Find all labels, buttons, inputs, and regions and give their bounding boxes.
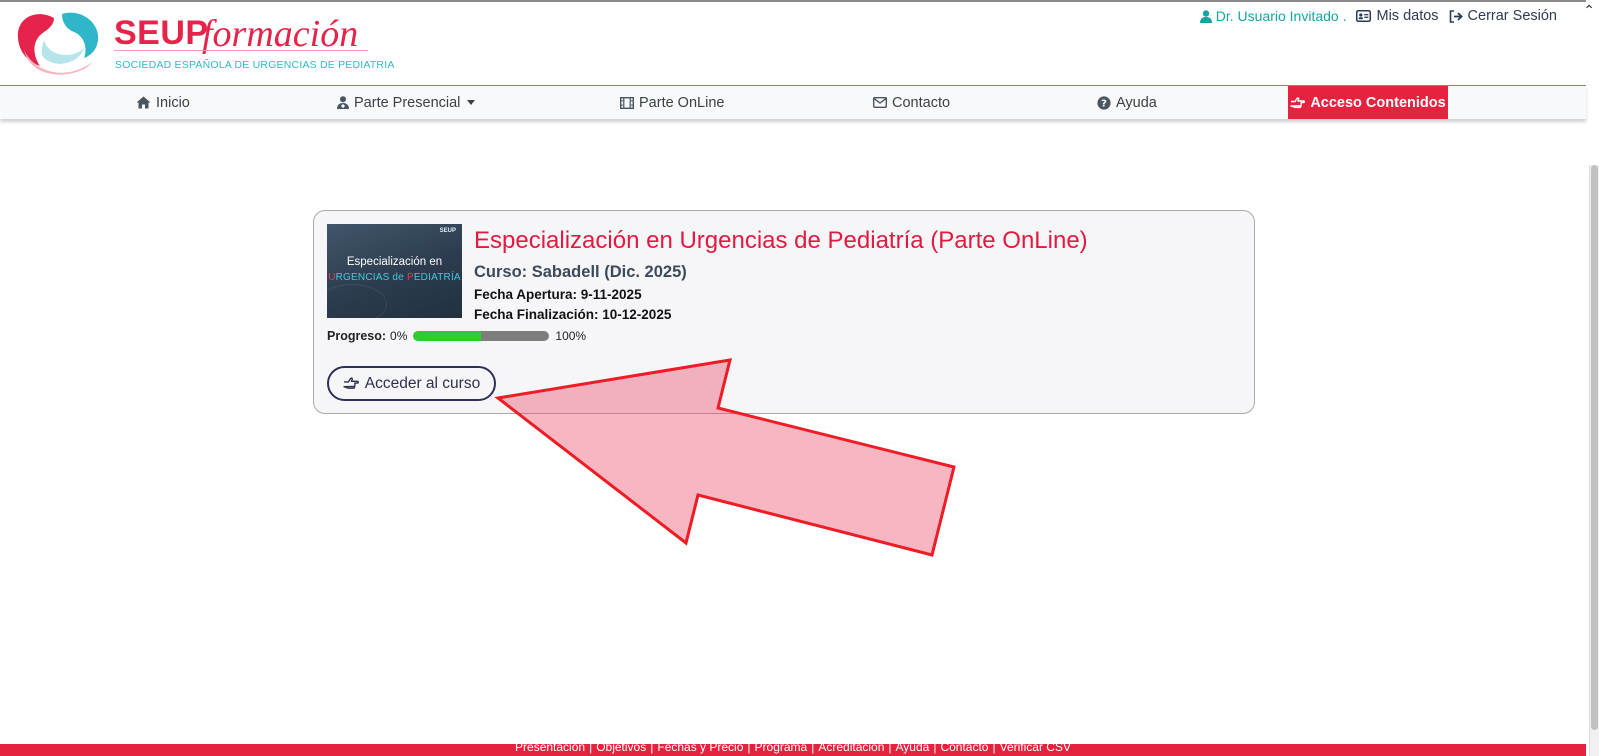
footer-separator: | <box>811 744 815 754</box>
chevron-down-icon <box>467 100 476 105</box>
site-logo[interactable]: SEUP formación SOCIEDAD ESPAÑOLA DE URGE… <box>14 10 394 80</box>
footer-link[interactable]: Programa <box>755 744 808 754</box>
footer-link[interactable]: Verificar CSV <box>1000 744 1071 754</box>
footer-link[interactable]: Acreditación <box>818 744 884 754</box>
footer-separator: | <box>747 744 751 754</box>
course-thumbnail[interactable]: SEUP Especialización en URGENCIAS de PED… <box>327 224 462 318</box>
footer-link[interactable]: Ayuda <box>896 744 930 754</box>
progress-row: Progreso: 0% 100% <box>327 329 586 343</box>
nav-item-contacto[interactable]: Contacto <box>873 86 950 119</box>
my-data-link[interactable]: Mis datos <box>1356 8 1439 24</box>
nav-item-parte-presencial[interactable]: Parte Presencial <box>337 86 476 119</box>
scroll-up-icon[interactable]: ⌃ <box>1583 2 1595 19</box>
user-name-label: Dr. Usuario Invitado . <box>1215 8 1347 24</box>
footer-separator: | <box>650 744 654 754</box>
course-title[interactable]: Especialización en Urgencias de Pediatrí… <box>474 227 1088 255</box>
thumbnail-line-1: Especialización en <box>346 256 443 268</box>
site-footer: Presentación | Objetivos | Fechas y Precio | P… <box>0 744 1586 756</box>
nav-item-label: Parte OnLine <box>639 94 725 111</box>
scrollbar[interactable] <box>1589 165 1599 756</box>
course-end-date: Fecha Finalización: 10-12-2025 <box>474 307 672 322</box>
logout-link[interactable]: Cerrar Sesión <box>1449 8 1557 24</box>
footer-link[interactable]: Fechas y Precio <box>657 744 743 754</box>
course-open-date: Fecha Apertura: 9-11-2025 <box>474 287 642 302</box>
footer-link[interactable]: Contacto <box>940 744 988 754</box>
thumbnail-text-rgencias: RGENCIAS de <box>335 272 407 283</box>
nav-item-parte-online[interactable]: Parte OnLine <box>620 86 724 119</box>
thumbnail-letter-u: U <box>328 272 336 283</box>
hand-point-right-icon <box>343 377 359 389</box>
thumbnail-logo: SEUP <box>439 228 456 234</box>
hand-point-right-icon <box>1290 96 1306 108</box>
brand-divider <box>114 50 368 51</box>
footer-separator: | <box>933 744 937 754</box>
svg-text:?: ? <box>1101 98 1107 109</box>
footer-link[interactable]: Objetivos <box>596 744 646 754</box>
my-data-label: Mis datos <box>1376 8 1439 24</box>
course-card: SEUP Especialización en URGENCIAS de PED… <box>313 210 1255 414</box>
thumbnail-decoration <box>327 284 387 318</box>
user-icon <box>1199 9 1212 23</box>
logout-label: Cerrar Sesión <box>1467 8 1557 24</box>
nav-cta-label: Acceso Contenidos <box>1310 94 1446 111</box>
thumbnail-line-2: URGENCIAS de PEDIATRÍA <box>327 272 462 283</box>
envelope-icon <box>873 97 887 108</box>
nav-acceso-contenidos-button[interactable]: Acceso Contenidos <box>1288 86 1448 119</box>
user-name[interactable]: Dr. Usuario Invitado . <box>1199 8 1347 24</box>
film-icon <box>620 96 634 109</box>
course-subtitle: Curso: Sabadell (Dic. 2025) <box>474 263 687 281</box>
nav-item-label: Inicio <box>156 94 190 111</box>
main-navbar: Inicio Parte Presencial Parte OnLine Con… <box>0 85 1586 119</box>
footer-separator: | <box>992 744 996 754</box>
id-card-icon <box>1356 10 1372 22</box>
footer-separator: | <box>888 744 892 754</box>
window-top-border <box>0 0 1586 2</box>
footer-links: Presentación | Objetivos | Fechas y Precio | P… <box>0 744 1586 754</box>
seup-logo-icon <box>17 12 99 75</box>
access-course-label: Acceder al curso <box>364 374 481 392</box>
nav-item-label: Contacto <box>892 94 951 111</box>
progress-min-label: 0% <box>390 329 408 343</box>
question-circle-icon: ? <box>1097 95 1111 110</box>
sign-out-icon <box>1449 9 1463 23</box>
brand-seup-text: SEUP <box>114 14 209 52</box>
progress-bar <box>413 331 550 341</box>
brand-subtitle: SOCIEDAD ESPAÑOLA DE URGENCIAS DE PEDIAT… <box>115 59 395 71</box>
footer-separator: | <box>589 744 593 754</box>
user-md-icon <box>337 96 349 109</box>
progress-bar-fill <box>413 331 482 341</box>
scrollbar-thumb[interactable] <box>1591 165 1598 730</box>
footer-link[interactable]: Presentación <box>515 744 585 754</box>
progress-max-label: 100% <box>555 329 587 343</box>
nav-item-inicio[interactable]: Inicio <box>136 86 190 119</box>
progress-label: Progreso: <box>327 329 387 343</box>
nav-item-ayuda[interactable]: ? Ayuda <box>1097 86 1157 119</box>
user-menu: Dr. Usuario Invitado . Mis datos Cerrar … <box>1199 8 1557 24</box>
thumbnail-text-ediatria: EDIATRÍA <box>413 272 461 283</box>
thumbnail-letter-p: P <box>406 272 414 283</box>
home-icon <box>136 96 151 109</box>
nav-item-label: Parte Presencial <box>354 94 461 111</box>
access-course-button[interactable]: Acceder al curso <box>327 366 496 401</box>
nav-item-label: Ayuda <box>1116 94 1157 111</box>
